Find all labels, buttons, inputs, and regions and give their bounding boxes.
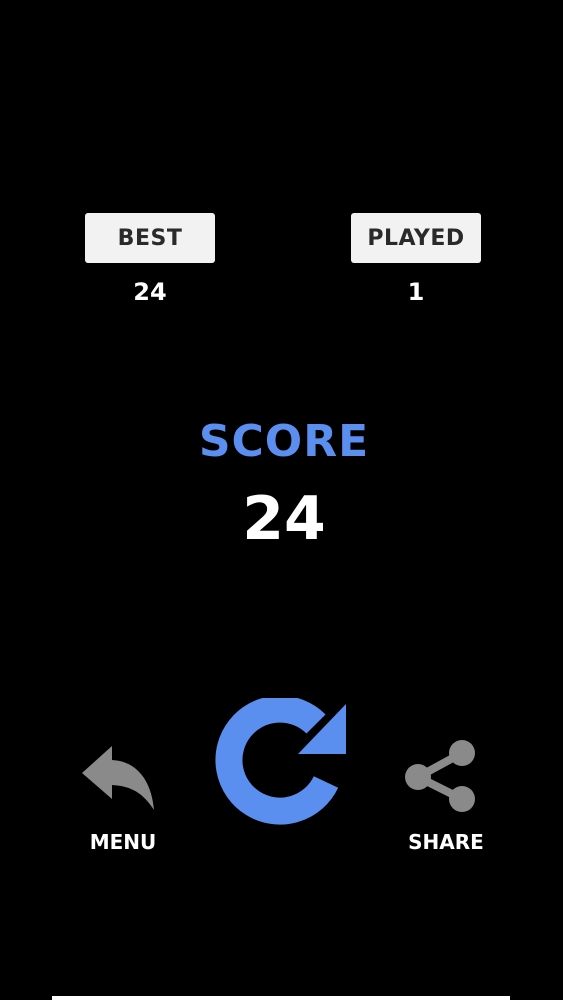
best-value: 24 xyxy=(133,278,167,306)
best-label: BEST xyxy=(117,225,183,251)
share-label[interactable]: SHARE xyxy=(391,830,501,854)
played-value: 1 xyxy=(407,278,425,306)
back-arrow-icon xyxy=(82,746,156,810)
score-label: SCORE xyxy=(198,416,370,467)
best-label-box: BEST xyxy=(85,213,215,263)
score-value: 24 xyxy=(242,484,326,554)
bottom-bar xyxy=(52,996,510,1000)
restart-button[interactable] xyxy=(212,695,357,826)
restart-icon xyxy=(212,695,357,826)
menu-label[interactable]: MENU xyxy=(68,830,178,854)
share-icon xyxy=(404,739,480,819)
played-label: PLAYED xyxy=(367,225,465,251)
played-label-box: PLAYED xyxy=(351,213,481,263)
